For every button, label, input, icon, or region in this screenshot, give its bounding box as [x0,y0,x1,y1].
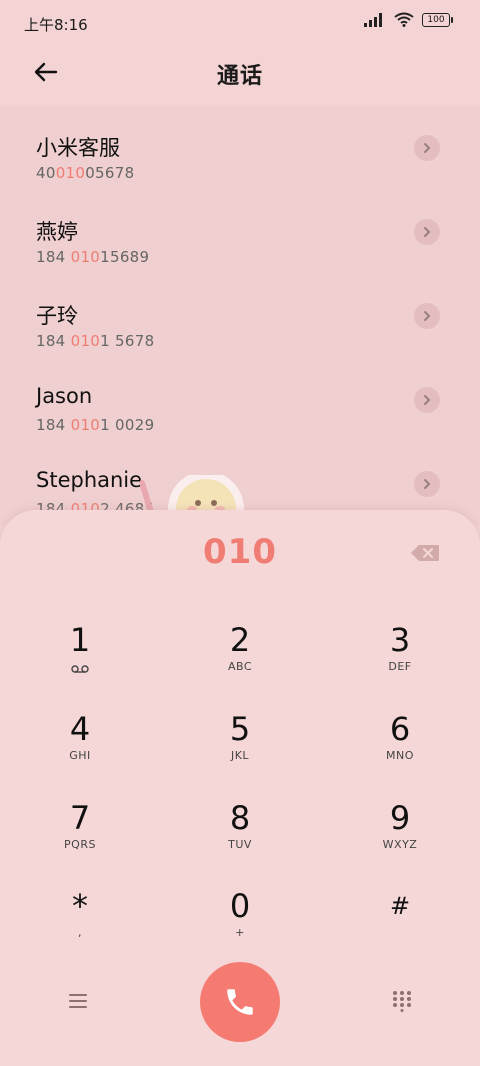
key-letters: MNO [386,749,414,762]
contact-name: Jason [36,384,93,408]
key-digit: 5 [229,710,251,748]
contact-item[interactable]: 小米客服 4001005678 [0,106,480,190]
contact-number: 184 0101 0029 [36,416,154,434]
key-digit: 9 [389,799,411,837]
key-letters: + [235,926,245,939]
wifi-icon [394,12,414,27]
key-star[interactable]: * , [10,876,150,956]
chevron-right-icon[interactable] [414,303,440,329]
number-suffix: 1 0029 [100,416,155,434]
key-4[interactable]: 4 GHI [10,699,150,779]
key-9[interactable]: 9 WXYZ [330,788,470,868]
key-letters: , [78,926,82,939]
chevron-right-icon[interactable] [414,135,440,161]
key-7[interactable]: 7 PQRS [10,788,150,868]
number-suffix: 15689 [100,248,150,266]
key-digit: # [389,892,411,920]
number-match: 010 [70,416,101,434]
status-time: 上午8:16 [24,16,88,34]
dialpad-panel: 010 1 2 ABC 3 DEF 4 GHI 5 JKL 6 MNO 7 PQ… [0,510,480,1066]
key-0[interactable]: 0 + [170,876,310,956]
key-digit: * [72,887,88,925]
contact-name: Stephanie [36,468,143,492]
chevron-right-icon[interactable] [414,471,440,497]
backspace-icon[interactable] [410,544,440,562]
menu-icon[interactable] [68,993,88,1009]
contact-item[interactable]: 子玲 184 0101 5678 [0,274,480,358]
key-letters: WXYZ [382,838,418,851]
chevron-right-icon[interactable] [414,219,440,245]
voicemail-icon [71,665,89,673]
dialed-number: 010 [203,532,277,572]
contact-item[interactable]: 燕婷 184 01015689 [0,190,480,274]
header: 通话 [0,46,480,106]
key-digit: 0 [229,887,251,925]
key-letters: DEF [388,660,412,673]
key-6[interactable]: 6 MNO [330,699,470,779]
signal-icon [364,12,382,27]
contact-number: 184 0101 5678 [36,332,154,350]
contact-number: 184 01015689 [36,248,149,266]
battery-icon: 100 [422,12,453,27]
number-prefix: 184 [36,248,71,266]
key-digit: 8 [229,799,251,837]
key-digit: 4 [69,710,91,748]
number-match: 010 [70,332,101,350]
contact-name: 小米客服 [36,136,120,160]
contact-number: 4001005678 [36,164,134,182]
number-suffix: 05678 [85,164,135,182]
number-prefix: 184 [36,332,71,350]
key-letters: TUV [228,838,252,851]
phone-icon [227,989,253,1015]
key-digit: 7 [69,799,91,837]
key-5[interactable]: 5 JKL [170,699,310,779]
number-match: 010 [55,164,86,182]
contact-item[interactable]: Jason 184 0101 0029 [0,358,480,442]
number-prefix: 40 [36,164,56,182]
key-letters: JKL [230,749,250,762]
chevron-right-icon[interactable] [414,387,440,413]
call-button[interactable] [200,962,280,1042]
key-8[interactable]: 8 TUV [170,788,310,868]
key-letters: ABC [227,660,253,673]
number-suffix: 1 5678 [100,332,155,350]
key-digit: 1 [69,621,91,659]
key-3[interactable]: 3 DEF [330,610,470,690]
contact-name: 子玲 [36,304,78,328]
contact-name: 燕婷 [36,220,78,244]
key-hash[interactable]: # [330,876,470,956]
key-digit: 2 [229,621,251,659]
dialpad-toggle-icon[interactable] [392,990,412,1012]
number-match: 010 [70,248,101,266]
key-digit: 3 [389,621,411,659]
key-letters: GHI [69,749,91,762]
key-letters: PQRS [64,838,96,851]
number-prefix: 184 [36,416,71,434]
status-icons: 100 [364,12,453,27]
key-digit: 6 [389,710,411,748]
status-bar: 上午8:16 100 [0,0,480,46]
key-2[interactable]: 2 ABC [170,610,310,690]
contact-list: 小米客服 4001005678 燕婷 184 01015689 子玲 184 0… [0,106,480,526]
key-1[interactable]: 1 [10,610,150,690]
page-title: 通话 [216,64,263,89]
